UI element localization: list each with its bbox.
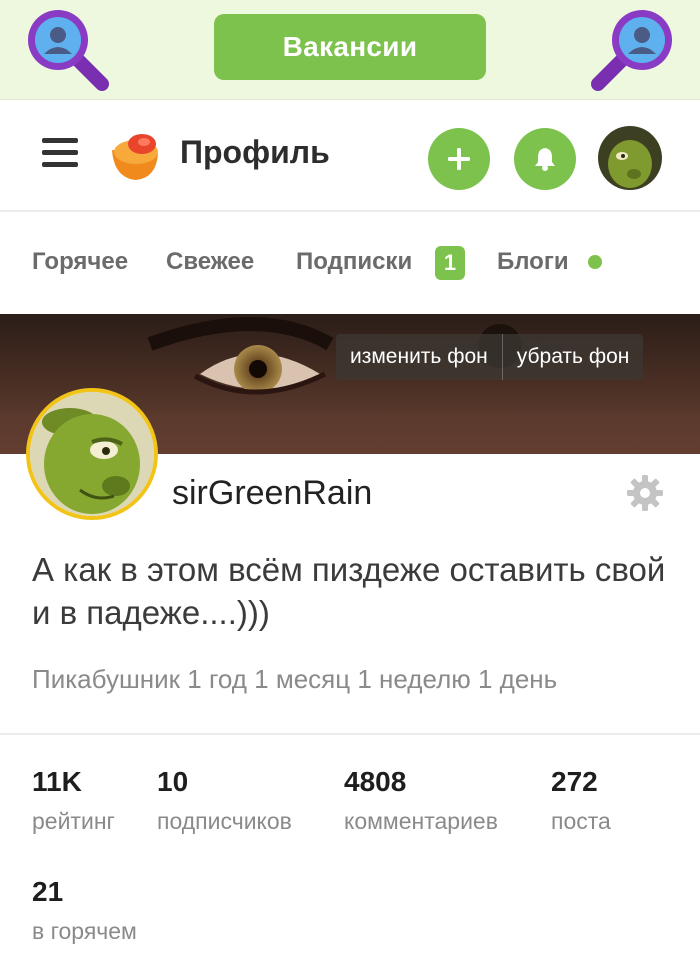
change-cover-button[interactable]: изменить фон [336, 334, 503, 380]
stat-label: поста [551, 808, 611, 834]
cover-actions: изменить фон убрать фон [336, 334, 644, 380]
stat-label: подписчиков [157, 808, 292, 834]
add-post-button[interactable] [428, 128, 490, 190]
notifications-button[interactable] [514, 128, 576, 190]
plus-icon [448, 148, 470, 170]
tab-subscriptions[interactable]: Подписки [296, 248, 412, 276]
magnifier-user-icon[interactable] [590, 4, 678, 92]
vacancies-button[interactable]: Вакансии [214, 14, 486, 80]
stat-comments[interactable]: 4808 комментариев [344, 766, 498, 835]
gear-icon[interactable] [626, 474, 664, 512]
pikabu-logo[interactable] [106, 128, 164, 186]
profile-username: sirGreenRain [172, 474, 373, 512]
stat-value: 11K [32, 766, 82, 797]
stat-posts[interactable]: 272 поста [551, 766, 611, 835]
page-title: Профиль [180, 134, 330, 170]
stat-label: рейтинг [32, 808, 115, 834]
profile-avatar[interactable] [26, 388, 158, 520]
magnifier-user-icon[interactable] [22, 4, 110, 92]
tab-blogs[interactable]: Блоги [497, 248, 569, 276]
promo-banner: Вакансии [0, 0, 700, 100]
user-avatar[interactable] [598, 126, 662, 190]
tab-fresh[interactable]: Свежее [166, 248, 254, 276]
stat-value: 272 [551, 766, 598, 797]
tab-hot[interactable]: Горячее [32, 248, 128, 276]
stat-value: 4808 [344, 766, 407, 797]
stat-value: 10 [157, 766, 189, 797]
stat-value: 21 [32, 876, 64, 907]
membership-duration: Пикабушник 1 год 1 месяц 1 неделю 1 день [32, 664, 558, 694]
divider [0, 733, 700, 735]
stat-subscribers[interactable]: 10 подписчиков [157, 766, 292, 835]
blogs-indicator-dot [588, 255, 602, 269]
app-header: Профиль [0, 100, 700, 212]
stat-rating: 11K рейтинг [32, 766, 115, 835]
hamburger-icon[interactable] [42, 138, 78, 174]
remove-cover-button[interactable]: убрать фон [502, 334, 644, 380]
subscriptions-badge: 1 [435, 246, 465, 280]
stat-hot[interactable]: 21 в горячем [32, 876, 137, 945]
profile-bio: А как в этом всём пиздеже оставить свой … [32, 551, 666, 631]
stat-label: комментариев [344, 808, 498, 834]
stat-label: в горячем [32, 918, 137, 944]
bell-icon [535, 148, 555, 171]
